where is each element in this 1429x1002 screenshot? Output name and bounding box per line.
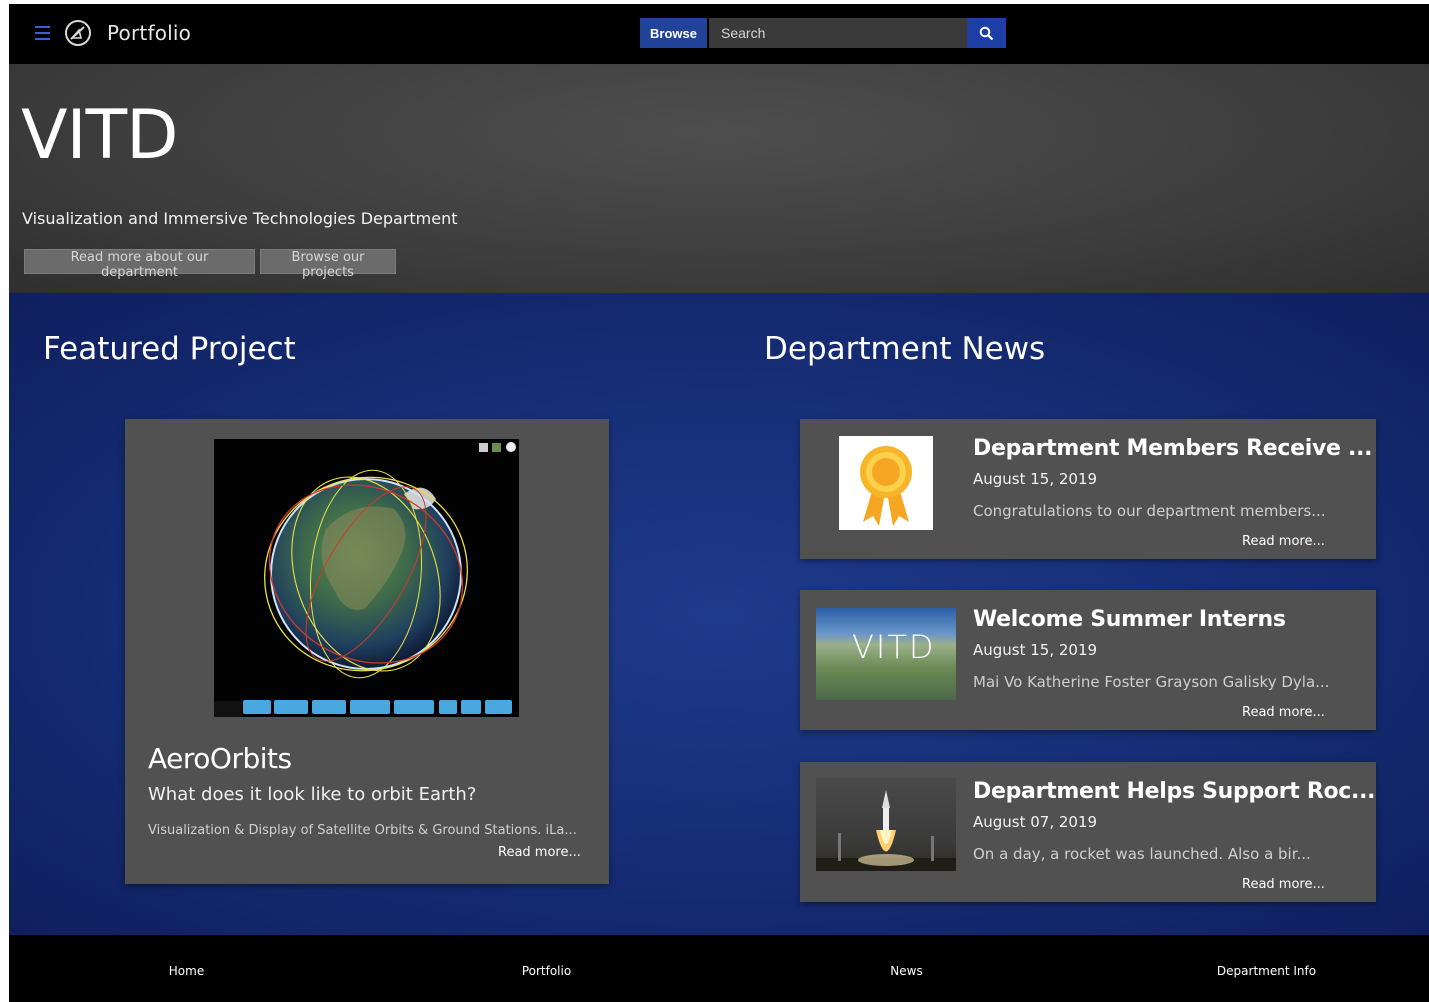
search-button[interactable]: [967, 18, 1006, 48]
hero-title: VITD: [21, 96, 178, 175]
featured-read-more-link[interactable]: Read more...: [498, 845, 581, 860]
featured-project-description: Visualization & Display of Satellite Orb…: [148, 823, 577, 838]
page-frame: Portfolio Browse VITD Visualization and …: [9, 4, 1429, 1002]
news-excerpt: Congratulations to our department member…: [973, 502, 1326, 520]
featured-project-card[interactable]: AeroOrbits What does it look like to orb…: [125, 419, 609, 884]
footer-nav: Home Portfolio News Department Info: [9, 935, 1429, 1002]
news-read-more-link[interactable]: Read more...: [1242, 534, 1325, 549]
news-read-more-link[interactable]: Read more...: [1242, 877, 1325, 892]
hamburger-icon[interactable]: [35, 26, 50, 40]
news-title[interactable]: Department Helps Support Roc...: [973, 779, 1376, 804]
browse-button[interactable]: Browse: [640, 18, 707, 48]
featured-project-image[interactable]: [214, 439, 519, 717]
footer-link-home[interactable]: Home: [9, 964, 364, 978]
featured-project-heading: Featured Project: [43, 331, 296, 367]
search-input[interactable]: [709, 18, 967, 48]
read-more-department-button[interactable]: Read more about our department: [24, 249, 255, 280]
news-thumbnail-text: VITD: [852, 628, 936, 666]
news-excerpt: On a day, a rocket was launched. Also a …: [973, 845, 1311, 863]
footer-link-department-info[interactable]: Department Info: [1089, 964, 1429, 978]
featured-project-question: What does it look like to orbit Earth?: [148, 784, 477, 805]
brand-logo-icon[interactable]: [64, 19, 92, 47]
hero-subtitle: Visualization and Immersive Technologies…: [22, 209, 458, 228]
news-thumbnail[interactable]: [816, 778, 956, 871]
featured-project-name[interactable]: AeroOrbits: [148, 742, 292, 775]
news-date: August 07, 2019: [973, 813, 1098, 831]
department-news-heading: Department News: [764, 331, 1046, 367]
news-read-more-link[interactable]: Read more...: [1242, 705, 1325, 720]
news-date: August 15, 2019: [973, 641, 1098, 659]
news-excerpt: Mai Vo Katherine Foster Grayson Galisky …: [973, 673, 1330, 691]
news-title[interactable]: Welcome Summer Interns: [973, 607, 1286, 632]
award-ribbon-icon: [860, 446, 912, 526]
news-card[interactable]: VITD Welcome Summer Interns August 15, 2…: [800, 590, 1376, 730]
news-thumbnail[interactable]: [839, 436, 933, 530]
news-thumbnail[interactable]: VITD: [816, 608, 956, 700]
news-date: August 15, 2019: [973, 470, 1098, 488]
news-card[interactable]: Department Members Receive ... August 15…: [800, 419, 1376, 559]
footer-link-portfolio[interactable]: Portfolio: [369, 964, 724, 978]
browse-projects-button[interactable]: Browse our projects: [260, 249, 396, 280]
hero-banner: VITD Visualization and Immersive Technol…: [9, 64, 1429, 293]
brand-name[interactable]: Portfolio: [107, 21, 191, 45]
footer-link-news[interactable]: News: [729, 964, 1084, 978]
search-icon: [979, 26, 993, 40]
news-title[interactable]: Department Members Receive ...: [973, 436, 1373, 461]
news-card[interactable]: Department Helps Support Roc... August 0…: [800, 762, 1376, 902]
main-content: Featured Project Department News AeroOrb…: [9, 293, 1429, 935]
top-navbar: Portfolio Browse: [9, 4, 1429, 64]
